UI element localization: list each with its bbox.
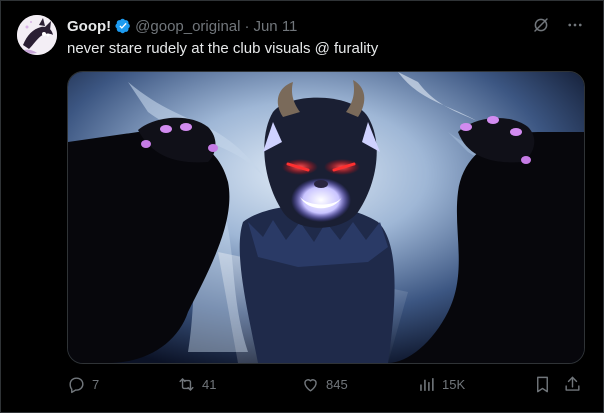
avatar-image: [17, 15, 57, 55]
tweet-media[interactable]: [67, 71, 585, 364]
display-name[interactable]: Goop!: [67, 18, 111, 35]
post-date[interactable]: Jun 11: [253, 18, 297, 35]
repost-button[interactable]: 41: [177, 373, 216, 395]
top-actions: [531, 15, 585, 35]
reply-count: 7: [92, 376, 100, 392]
views-count: 15K: [442, 376, 466, 392]
avatar[interactable]: [17, 15, 57, 55]
separator-dot: ·: [244, 17, 250, 35]
reply-icon: [67, 375, 86, 394]
verified-badge-icon: [115, 18, 131, 34]
like-icon: [301, 375, 320, 394]
share-icon: [563, 375, 582, 394]
action-bar: 7 41 845 15K: [67, 373, 587, 395]
tweet-header: Goop! @goop_original · Jun 11: [67, 16, 297, 36]
share-button[interactable]: [563, 373, 582, 395]
repost-count: 41: [202, 376, 217, 392]
media-image: [68, 72, 584, 363]
like-button[interactable]: 845: [301, 373, 348, 395]
tweet-text: never stare rudely at the club visuals @…: [67, 40, 379, 57]
tweet-card[interactable]: Goop! @goop_original · Jun 11 never star: [0, 0, 604, 413]
grok-icon[interactable]: [531, 15, 551, 35]
views-icon: [417, 375, 436, 394]
reply-button[interactable]: 7: [67, 373, 99, 395]
user-handle[interactable]: @goop_original: [135, 18, 240, 35]
bookmark-icon: [533, 375, 552, 394]
bookmark-button[interactable]: [533, 373, 552, 395]
like-count: 845: [326, 376, 348, 392]
repost-icon: [177, 375, 196, 394]
views-button[interactable]: 15K: [417, 373, 465, 395]
more-icon[interactable]: [565, 15, 585, 35]
